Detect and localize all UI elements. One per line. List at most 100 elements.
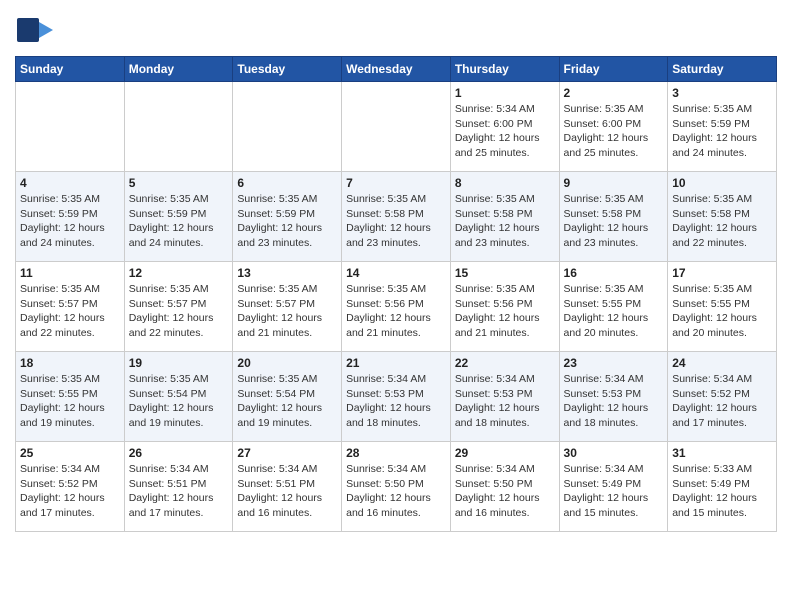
day-info: Sunrise: 5:35 AM Sunset: 5:59 PM Dayligh… — [672, 102, 772, 161]
calendar-cell — [124, 82, 233, 172]
logo — [15, 10, 57, 50]
day-number: 6 — [237, 176, 337, 190]
day-number: 14 — [346, 266, 446, 280]
logo-icon — [15, 10, 55, 50]
day-info: Sunrise: 5:34 AM Sunset: 5:52 PM Dayligh… — [20, 462, 120, 521]
day-number: 31 — [672, 446, 772, 460]
day-number: 9 — [564, 176, 664, 190]
day-info: Sunrise: 5:35 AM Sunset: 6:00 PM Dayligh… — [564, 102, 664, 161]
calendar-cell: 2 Sunrise: 5:35 AM Sunset: 6:00 PM Daylig… — [559, 82, 668, 172]
day-number: 17 — [672, 266, 772, 280]
day-info: Sunrise: 5:33 AM Sunset: 5:49 PM Dayligh… — [672, 462, 772, 521]
calendar-cell: 14 Sunrise: 5:35 AM Sunset: 5:56 PM Dayli… — [342, 262, 451, 352]
calendar-cell — [342, 82, 451, 172]
day-info: Sunrise: 5:35 AM Sunset: 5:58 PM Dayligh… — [455, 192, 555, 251]
day-number: 21 — [346, 356, 446, 370]
day-number: 16 — [564, 266, 664, 280]
day-info: Sunrise: 5:34 AM Sunset: 6:00 PM Dayligh… — [455, 102, 555, 161]
day-number: 23 — [564, 356, 664, 370]
day-number: 5 — [129, 176, 229, 190]
day-number: 11 — [20, 266, 120, 280]
day-info: Sunrise: 5:35 AM Sunset: 5:59 PM Dayligh… — [20, 192, 120, 251]
calendar-cell: 22 Sunrise: 5:34 AM Sunset: 5:53 PM Dayli… — [450, 352, 559, 442]
calendar-cell: 15Sunrise: 5:35 AM Sunset: 5:56 PM Dayli… — [450, 262, 559, 352]
calendar-header-row: SundayMondayTuesdayWednesdayThursdayFrid… — [16, 57, 777, 82]
day-info: Sunrise: 5:34 AM Sunset: 5:52 PM Dayligh… — [672, 372, 772, 431]
day-number: 27 — [237, 446, 337, 460]
day-number: 22 — [455, 356, 555, 370]
day-info: Sunrise: 5:34 AM Sunset: 5:51 PM Dayligh… — [237, 462, 337, 521]
header — [15, 10, 777, 50]
day-number: 12 — [129, 266, 229, 280]
day-number: 20 — [237, 356, 337, 370]
header-monday: Monday — [124, 57, 233, 82]
calendar-cell — [233, 82, 342, 172]
calendar-cell: 28 Sunrise: 5:34 AM Sunset: 5:50 PM Dayli… — [342, 442, 451, 532]
calendar-table: SundayMondayTuesdayWednesdayThursdayFrid… — [15, 56, 777, 532]
calendar-cell: 1 Sunrise: 5:34 AM Sunset: 6:00 PM Daylig… — [450, 82, 559, 172]
day-number: 29 — [455, 446, 555, 460]
day-info: Sunrise: 5:34 AM Sunset: 5:50 PM Dayligh… — [455, 462, 555, 521]
day-number: 19 — [129, 356, 229, 370]
calendar-cell: 24 Sunrise: 5:34 AM Sunset: 5:52 PM Dayli… — [668, 352, 777, 442]
calendar-cell: 9 Sunrise: 5:35 AM Sunset: 5:58 PM Daylig… — [559, 172, 668, 262]
day-info: Sunrise: 5:35 AM Sunset: 5:56 PM Dayligh… — [346, 282, 446, 341]
calendar-cell: 18 Sunrise: 5:35 AM Sunset: 5:55 PM Dayli… — [16, 352, 125, 442]
header-thursday: Thursday — [450, 57, 559, 82]
day-info: Sunrise: 5:34 AM Sunset: 5:50 PM Dayligh… — [346, 462, 446, 521]
calendar-cell: 13 Sunrise: 5:35 AM Sunset: 5:57 PM Dayli… — [233, 262, 342, 352]
day-info: Sunrise: 5:35 AM Sunset: 5:55 PM Dayligh… — [564, 282, 664, 341]
day-info: Sunrise: 5:35 AM Sunset: 5:56 PM Dayligh… — [455, 282, 555, 341]
day-info: Sunrise: 5:35 AM Sunset: 5:57 PM Dayligh… — [129, 282, 229, 341]
day-info: Sunrise: 5:35 AM Sunset: 5:59 PM Dayligh… — [129, 192, 229, 251]
day-number: 24 — [672, 356, 772, 370]
day-number: 30 — [564, 446, 664, 460]
calendar-cell: 11 Sunrise: 5:35 AM Sunset: 5:57 PM Dayli… — [16, 262, 125, 352]
calendar-cell: 8 Sunrise: 5:35 AM Sunset: 5:58 PM Daylig… — [450, 172, 559, 262]
day-number: 26 — [129, 446, 229, 460]
day-number: 18 — [20, 356, 120, 370]
calendar-cell: 6Sunrise: 5:35 AM Sunset: 5:59 PM Daylig… — [233, 172, 342, 262]
calendar-cell: 31 Sunrise: 5:33 AM Sunset: 5:49 PM Dayli… — [668, 442, 777, 532]
header-friday: Friday — [559, 57, 668, 82]
calendar-cell: 12 Sunrise: 5:35 AM Sunset: 5:57 PM Dayli… — [124, 262, 233, 352]
calendar-cell: 30 Sunrise: 5:34 AM Sunset: 5:49 PM Dayli… — [559, 442, 668, 532]
calendar-cell: 19 Sunrise: 5:35 AM Sunset: 5:54 PM Dayli… — [124, 352, 233, 442]
day-info: Sunrise: 5:35 AM Sunset: 5:55 PM Dayligh… — [20, 372, 120, 431]
day-number: 8 — [455, 176, 555, 190]
day-info: Sunrise: 5:34 AM Sunset: 5:49 PM Dayligh… — [564, 462, 664, 521]
header-sunday: Sunday — [16, 57, 125, 82]
day-info: Sunrise: 5:35 AM Sunset: 5:58 PM Dayligh… — [672, 192, 772, 251]
calendar-cell: 20 Sunrise: 5:35 AM Sunset: 5:54 PM Dayli… — [233, 352, 342, 442]
day-info: Sunrise: 5:34 AM Sunset: 5:53 PM Dayligh… — [564, 372, 664, 431]
calendar-cell: 25 Sunrise: 5:34 AM Sunset: 5:52 PM Dayli… — [16, 442, 125, 532]
day-number: 7 — [346, 176, 446, 190]
day-number: 1 — [455, 86, 555, 100]
day-info: Sunrise: 5:34 AM Sunset: 5:53 PM Dayligh… — [346, 372, 446, 431]
calendar-cell: 23 Sunrise: 5:34 AM Sunset: 5:53 PM Dayli… — [559, 352, 668, 442]
day-info: Sunrise: 5:34 AM Sunset: 5:53 PM Dayligh… — [455, 372, 555, 431]
day-number: 2 — [564, 86, 664, 100]
day-info: Sunrise: 5:35 AM Sunset: 5:57 PM Dayligh… — [20, 282, 120, 341]
day-info: Sunrise: 5:35 AM Sunset: 5:58 PM Dayligh… — [346, 192, 446, 251]
week-row-1: 1 Sunrise: 5:34 AM Sunset: 6:00 PM Daylig… — [16, 82, 777, 172]
week-row-2: 4Sunrise: 5:35 AM Sunset: 5:59 PM Daylig… — [16, 172, 777, 262]
day-number: 25 — [20, 446, 120, 460]
day-number: 10 — [672, 176, 772, 190]
day-number: 28 — [346, 446, 446, 460]
day-info: Sunrise: 5:35 AM Sunset: 5:55 PM Dayligh… — [672, 282, 772, 341]
calendar-cell: 5 Sunrise: 5:35 AM Sunset: 5:59 PM Daylig… — [124, 172, 233, 262]
calendar-cell: 7 Sunrise: 5:35 AM Sunset: 5:58 PM Daylig… — [342, 172, 451, 262]
calendar-cell: 21 Sunrise: 5:34 AM Sunset: 5:53 PM Dayli… — [342, 352, 451, 442]
day-info: Sunrise: 5:35 AM Sunset: 5:54 PM Dayligh… — [129, 372, 229, 431]
day-info: Sunrise: 5:35 AM Sunset: 5:54 PM Dayligh… — [237, 372, 337, 431]
calendar-cell: 29 Sunrise: 5:34 AM Sunset: 5:50 PM Dayli… — [450, 442, 559, 532]
day-info: Sunrise: 5:35 AM Sunset: 5:58 PM Dayligh… — [564, 192, 664, 251]
header-wednesday: Wednesday — [342, 57, 451, 82]
calendar-cell — [16, 82, 125, 172]
day-info: Sunrise: 5:35 AM Sunset: 5:57 PM Dayligh… — [237, 282, 337, 341]
calendar-cell: 16 Sunrise: 5:35 AM Sunset: 5:55 PM Dayli… — [559, 262, 668, 352]
day-info: Sunrise: 5:34 AM Sunset: 5:51 PM Dayligh… — [129, 462, 229, 521]
header-saturday: Saturday — [668, 57, 777, 82]
day-number: 13 — [237, 266, 337, 280]
